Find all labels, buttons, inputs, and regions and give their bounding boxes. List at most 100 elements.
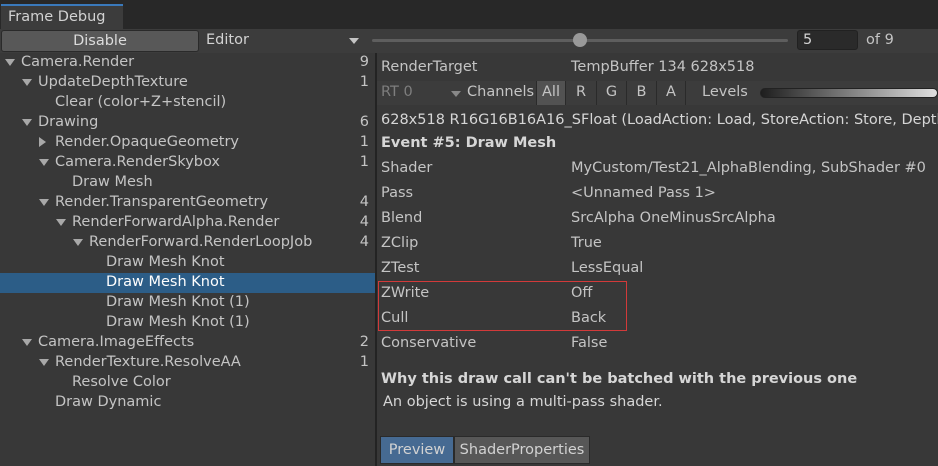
- tree-row[interactable]: Draw Mesh Knot (1): [0, 293, 375, 313]
- property-name: Conservative: [381, 335, 477, 351]
- tree-row[interactable]: RenderForwardAlpha.Render 4: [0, 213, 375, 233]
- tree-row-count: 6: [359, 114, 369, 130]
- tree-row[interactable]: Clear (color+Z+stencil): [0, 93, 375, 113]
- highlight-box: [378, 281, 627, 331]
- render-target-label: RenderTarget: [381, 59, 478, 75]
- tree-row[interactable]: Resolve Color: [0, 373, 375, 393]
- tree-row-count: 4: [359, 194, 369, 210]
- property-name: Shader: [381, 160, 433, 176]
- tree-row-label: Draw Mesh Knot: [106, 274, 225, 290]
- tree-row-label: Draw Mesh: [72, 174, 153, 190]
- tree-row-count: 9: [359, 54, 369, 70]
- rt-dropdown[interactable]: RT 0: [381, 84, 461, 100]
- event-index-field[interactable]: 5: [797, 30, 858, 50]
- tree-row-label: RenderForwardAlpha.Render: [72, 214, 280, 230]
- format-line: 628x518 R16G16B16A16_SFloat (LoadAction:…: [381, 112, 938, 128]
- render-target-value: TempBuffer 134 628x518: [571, 59, 755, 75]
- expanded-arrow-icon[interactable]: [39, 199, 49, 206]
- tree-row-label: Camera.Render: [21, 54, 135, 70]
- tree-row-label: Draw Mesh Knot (1): [106, 314, 250, 330]
- levels-label: Levels: [702, 84, 748, 100]
- property-name: Blend: [381, 210, 423, 226]
- tree-row-label: Draw Mesh Knot (1): [106, 294, 250, 310]
- channel-g-button[interactable]: G: [596, 81, 626, 105]
- channel-a-button[interactable]: A: [656, 81, 686, 105]
- property-value: MyCustom/Test21_AlphaBlending, SubShader…: [571, 160, 926, 176]
- rt-dropdown-value: RT 0: [381, 84, 413, 100]
- chevron-down-icon: [349, 38, 359, 44]
- tree-row-count: 1: [359, 154, 369, 170]
- tree-row[interactable]: Draw Mesh: [0, 173, 375, 193]
- tree-row-label: Render.OpaqueGeometry: [55, 134, 240, 150]
- property-value: True: [571, 235, 602, 251]
- channel-toolbar: RT 0 Channels All R G B A Levels: [377, 81, 938, 105]
- tree-row-label: UpdateDepthTexture: [38, 74, 188, 90]
- tree-row[interactable]: Draw Mesh Knot: [0, 253, 375, 273]
- channel-all-button[interactable]: All: [536, 81, 565, 105]
- tree-row-label: Drawing: [38, 114, 99, 130]
- tree-row[interactable]: Camera.Render 9: [0, 53, 375, 73]
- tree-row-label: Draw Dynamic: [55, 394, 162, 410]
- tree-row[interactable]: Draw Dynamic: [0, 393, 375, 413]
- tree-row-label: Draw Mesh Knot: [106, 254, 225, 270]
- tree-row[interactable]: Camera.ImageEffects 2: [0, 333, 375, 353]
- tree-row-label: Resolve Color: [72, 374, 171, 390]
- tree-row-label: Clear (color+Z+stencil): [55, 94, 227, 110]
- expanded-arrow-icon[interactable]: [22, 119, 32, 126]
- tree-row[interactable]: Camera.RenderSkybox 1: [0, 153, 375, 173]
- tree-row-label: RenderForward.RenderLoopJob: [89, 234, 313, 250]
- toolbar: Disable Editor 5 of 9: [0, 29, 938, 53]
- tree-row-count: 4: [359, 214, 369, 230]
- tree-row[interactable]: RenderForward.RenderLoopJob 4: [0, 233, 375, 253]
- tab-shader-properties[interactable]: ShaderProperties: [454, 436, 590, 464]
- property-name: ZClip: [381, 235, 419, 251]
- event-tree-panel: Camera.Render 9 UpdateDepthTexture 1 Clear (…: [0, 53, 375, 466]
- tree-row-count: 2: [359, 334, 369, 350]
- collapsed-arrow-icon[interactable]: [39, 137, 46, 147]
- expanded-arrow-icon[interactable]: [22, 79, 32, 86]
- expanded-arrow-icon[interactable]: [22, 339, 32, 346]
- tree-row[interactable]: Draw Mesh Knot (1): [0, 313, 375, 333]
- target-dropdown-value: Editor: [206, 32, 249, 48]
- channel-b-button[interactable]: B: [626, 81, 656, 105]
- tree-row[interactable]: Render.OpaqueGeometry 1: [0, 133, 375, 153]
- expanded-arrow-icon[interactable]: [39, 159, 49, 166]
- property-value: False: [571, 335, 608, 351]
- tree-row-count: 1: [359, 354, 369, 370]
- tree-row-label: Camera.ImageEffects: [38, 334, 195, 350]
- tree-row-label: Camera.RenderSkybox: [55, 154, 221, 170]
- property-value: LessEqual: [571, 260, 644, 276]
- channel-r-button[interactable]: R: [565, 81, 596, 105]
- event-total-label: of 9: [866, 32, 894, 48]
- channels-label: Channels: [467, 84, 535, 100]
- tree-row-label: RenderTexture.ResolveAA: [55, 354, 241, 370]
- property-value: SrcAlpha OneMinusSrcAlpha: [571, 210, 776, 226]
- tree-row[interactable]: RenderTexture.ResolveAA 1: [0, 353, 375, 373]
- target-dropdown[interactable]: Editor: [200, 29, 366, 53]
- disable-button[interactable]: Disable: [1, 30, 199, 52]
- levels-slider[interactable]: [760, 88, 938, 98]
- tree-row[interactable]: UpdateDepthTexture 1: [0, 73, 375, 93]
- property-value: <Unnamed Pass 1>: [571, 185, 716, 201]
- expanded-arrow-icon[interactable]: [73, 239, 83, 246]
- tree-row-count: 4: [359, 234, 369, 250]
- expanded-arrow-icon[interactable]: [39, 359, 49, 366]
- property-name: ZTest: [381, 260, 420, 276]
- chevron-down-icon: [451, 91, 461, 97]
- event-details-panel: RenderTarget TempBuffer 134 628x518 628x…: [377, 53, 938, 466]
- tree-row-count: 1: [359, 74, 369, 90]
- tree-row[interactable]: Render.TransparentGeometry 4: [0, 193, 375, 213]
- tree-row[interactable]: Drawing 6: [0, 113, 375, 133]
- event-title: Event #5: Draw Mesh: [381, 135, 557, 151]
- expanded-arrow-icon[interactable]: [56, 219, 66, 226]
- frame-debug-tab[interactable]: Frame Debug: [1, 4, 123, 29]
- expanded-arrow-icon[interactable]: [5, 59, 15, 66]
- tab-preview[interactable]: Preview: [380, 436, 454, 464]
- tree-row-count: 1: [359, 134, 369, 150]
- event-slider-thumb[interactable]: [573, 33, 587, 47]
- batch-heading: Why this draw call can't be batched with…: [381, 371, 858, 387]
- tree-row-label: Render.TransparentGeometry: [55, 194, 269, 210]
- tree-row[interactable]: Draw Mesh Knot: [0, 273, 375, 293]
- batch-reason: An object is using a multi-pass shader.: [383, 394, 663, 410]
- property-name: Pass: [381, 185, 414, 201]
